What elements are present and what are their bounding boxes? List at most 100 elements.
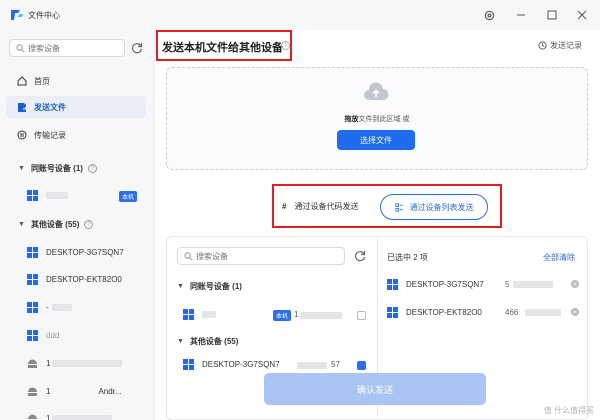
selected-device: DESKTOP-EKT82O0 466 ✕ <box>387 305 583 319</box>
panel-group-other[interactable]: ▼ 其他设备 (55) <box>177 336 238 347</box>
group-other-devices[interactable]: ▼ 其他设备 (55) ? <box>18 219 94 230</box>
nav-send-files[interactable]: 发送文件 <box>6 96 146 118</box>
sidebar-device[interactable]: 1 <box>27 356 123 370</box>
device-name: DESKTOP-3G7SQN7 <box>202 359 280 369</box>
blurred-ip <box>297 362 327 369</box>
local-badge: 本机 <box>273 310 292 321</box>
blurred-ip <box>513 281 553 288</box>
refresh-icon[interactable] <box>353 249 367 263</box>
nav-transfer-records[interactable]: 传输记录 <box>6 124 146 146</box>
group-same-account[interactable]: ▼ 同账号设备 (1) ? <box>18 163 97 174</box>
nav-transfer-records-label: 传输记录 <box>34 130 66 140</box>
nav-home-label: 首页 <box>34 76 50 86</box>
sidebar-search[interactable] <box>9 39 125 57</box>
file-drop-zone[interactable]: 拖放文件到此区域 或 选择文件 <box>166 67 588 170</box>
nav-send-files-label: 发送文件 <box>34 102 66 112</box>
watermark: 值 什么值得买 <box>543 406 594 415</box>
panel-search[interactable] <box>177 247 345 265</box>
sidebar-device[interactable]: DESKTOP-3G7SQN7 <box>27 245 124 259</box>
window-title: 文件中心 <box>28 11 60 20</box>
clear-all-link[interactable]: 全部清除 <box>543 252 575 263</box>
windows-icon <box>27 189 38 201</box>
list-send-button[interactable]: 通过设备列表发送 <box>380 194 488 220</box>
refresh-icon[interactable] <box>130 41 144 55</box>
panel-search-input[interactable] <box>196 250 336 262</box>
device-name: ddd <box>46 330 60 340</box>
remove-icon[interactable]: ✕ <box>571 280 579 288</box>
device-name: DESKTOP-EKT82O0 <box>46 274 122 284</box>
blurred-ip <box>525 309 561 316</box>
chevron-down-icon: ▼ <box>177 338 184 345</box>
device-checkbox[interactable] <box>357 311 366 320</box>
sidebar-device[interactable]: 1 Andr... <box>27 384 122 398</box>
sidebar-device[interactable]: ddd <box>27 328 59 342</box>
minimize-button[interactable] <box>513 7 529 23</box>
device-checkbox-checked[interactable] <box>357 361 366 370</box>
home-icon <box>16 75 28 87</box>
windows-icon <box>27 273 38 285</box>
code-send-option[interactable]: # 通过设备代码发送 <box>282 201 358 212</box>
device-ip: 1 <box>294 310 299 319</box>
drop-hint: 拖放文件到此区域 或 <box>167 114 587 124</box>
device-list-icon <box>394 202 403 212</box>
help-icon[interactable]: ? <box>281 41 290 50</box>
blurred-name <box>51 303 72 311</box>
settings-icon <box>484 10 494 20</box>
close-icon <box>577 10 587 20</box>
minimize-icon <box>517 14 525 16</box>
windows-icon <box>27 246 38 258</box>
device-name: 1 <box>46 358 51 368</box>
blurred-name <box>52 414 113 420</box>
send-file-icon <box>16 101 28 113</box>
help-icon[interactable]: ? <box>84 220 94 229</box>
close-button[interactable] <box>574 7 590 23</box>
highlight-box: # 通过设备代码发送 通过设备列表发送 <box>272 184 502 228</box>
chevron-down-icon: ▼ <box>18 165 25 172</box>
page-title: 发送本机文件给其他设备 <box>162 42 283 54</box>
local-badge: 本机 <box>119 191 138 202</box>
chevron-down-icon: ▼ <box>177 283 184 290</box>
blurred-ip <box>300 312 342 319</box>
maximize-button[interactable] <box>544 7 560 23</box>
maximize-icon <box>547 10 557 20</box>
group-same-account-label: 同账号设备 (1) <box>30 164 83 173</box>
device-ip: 5 <box>505 279 510 289</box>
sidebar: 首页 发送文件 传输记录 ▼ 同账号设备 (1) ? 本机 ▼ 其他设备 (55… <box>0 30 155 420</box>
panel-group-other-label: 其他设备 (55) <box>189 337 239 346</box>
sidebar-device[interactable]: DESKTOP-EKT82O0 <box>27 272 122 286</box>
device-name: DESKTOP-EKT82O0 <box>406 307 482 317</box>
sidebar-device-local[interactable] <box>27 188 68 202</box>
windows-icon <box>387 278 398 290</box>
transfer-icon <box>16 129 28 141</box>
windows-icon <box>387 306 398 318</box>
blurred-name <box>46 191 68 199</box>
sidebar-device[interactable]: 1 <box>27 411 113 420</box>
drop-hint-bold: 拖放 <box>344 116 359 123</box>
panel-group-same-label: 同账号设备 (1) <box>189 282 242 291</box>
windows-icon <box>27 329 38 341</box>
send-record-label: 发送记录 <box>550 41 582 50</box>
panel-group-same[interactable]: ▼ 同账号设备 (1) <box>177 281 242 292</box>
selected-count: 已选中 2 项 <box>387 253 428 262</box>
windows-icon <box>183 358 194 370</box>
send-record-link[interactable]: 发送记录 <box>538 40 582 51</box>
sidebar-search-input[interactable] <box>28 42 120 54</box>
blurred-name <box>52 359 123 367</box>
panel-device-local[interactable] <box>183 307 216 321</box>
panel-device[interactable]: DESKTOP-3G7SQN7 <box>183 357 280 371</box>
confirm-send-button[interactable]: 确认发送 <box>264 373 486 405</box>
remove-icon[interactable]: ✕ <box>571 308 579 316</box>
hash-icon: # <box>282 202 287 211</box>
android-icon <box>28 387 37 396</box>
choose-file-button[interactable]: 选择文件 <box>337 130 415 150</box>
app-logo-icon <box>11 10 23 20</box>
blurred-name <box>202 310 216 318</box>
settings-button[interactable] <box>481 7 497 23</box>
windows-icon <box>27 301 38 313</box>
drop-hint-rest: 文件到此区域 或 <box>358 116 410 123</box>
search-icon <box>184 252 193 261</box>
sidebar-device[interactable]: - <box>27 300 72 314</box>
nav-home[interactable]: 首页 <box>6 70 146 92</box>
help-icon[interactable]: ? <box>87 164 97 173</box>
android-icon <box>28 414 37 420</box>
